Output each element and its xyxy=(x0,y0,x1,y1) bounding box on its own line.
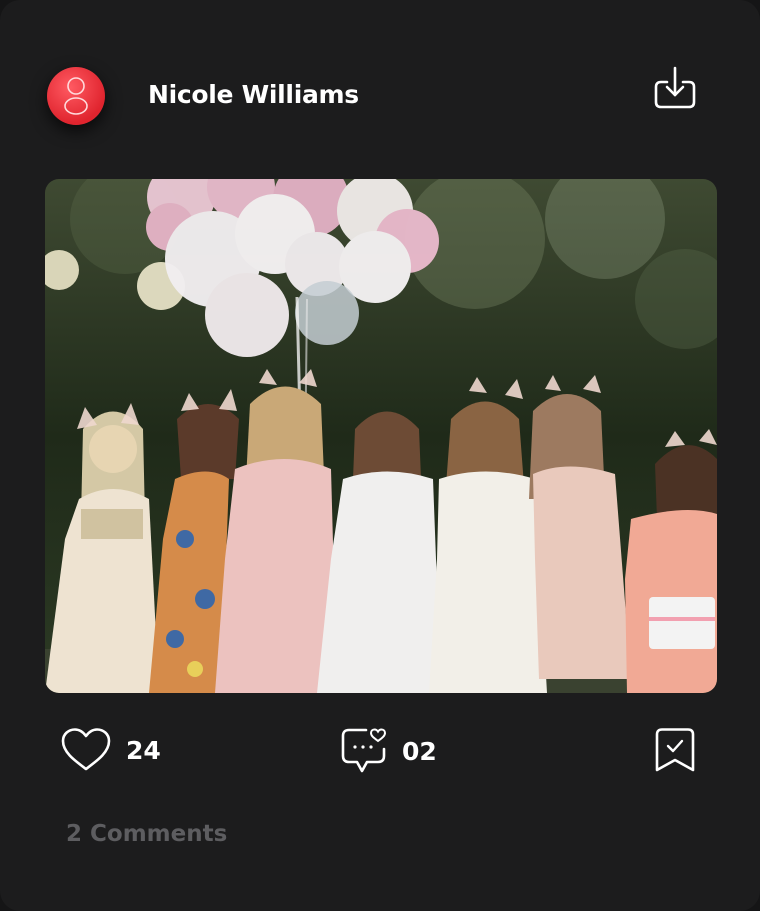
user-icon xyxy=(64,77,88,115)
post-card: Nicole Williams 24 02 2 Comments xyxy=(0,0,760,911)
comment-bubble-icon xyxy=(341,728,387,773)
avatar[interactable] xyxy=(47,67,105,125)
comment-button[interactable]: 02 xyxy=(340,727,437,775)
download-icon xyxy=(654,66,696,109)
group-photo-image xyxy=(45,179,717,693)
like-button[interactable]: 24 xyxy=(60,727,161,773)
like-count: 24 xyxy=(126,735,161,765)
bookmark-button[interactable] xyxy=(653,727,697,773)
post-photo[interactable] xyxy=(45,179,717,693)
download-button[interactable] xyxy=(651,64,699,112)
comment-count: 02 xyxy=(402,736,437,766)
bookmark-check-icon xyxy=(655,728,695,772)
comments-link[interactable]: 2 Comments xyxy=(66,821,227,847)
heart-icon xyxy=(61,728,111,771)
author-name[interactable]: Nicole Williams xyxy=(148,80,359,109)
